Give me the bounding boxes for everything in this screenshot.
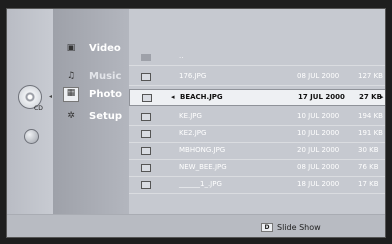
file-date: 18 JUL 2000: [297, 180, 340, 188]
footer-bar: D Slide Show: [7, 214, 385, 237]
file-date: 08 JUL 2000: [297, 163, 340, 171]
list-item[interactable]: KE.JPG 10 JUL 2000 194 KB: [129, 109, 385, 126]
setup-icon: ✲: [67, 111, 75, 121]
file-name: KE.JPG: [179, 112, 202, 120]
file-date: 17 JUL 2000: [298, 93, 345, 101]
menu-item-label: Photo: [89, 89, 122, 100]
list-item-selected[interactable]: ◂ BEACH.JPG 17 JUL 2000 27 KB ▸: [129, 89, 385, 106]
file-name: KE2.JPG: [179, 129, 207, 137]
photo-icon: ▦: [63, 87, 79, 102]
menu-item-video[interactable]: ▣ Video: [53, 39, 129, 59]
menu-item-photo[interactable]: ▦ Photo: [53, 85, 129, 105]
image-file-icon: [141, 147, 151, 155]
file-list-panel: .. 176.JPG 08 JUL 2000 127 KB ◂ BEACH.JP…: [129, 9, 385, 214]
dvd-menu-screen: ◂ CD ▣ Video ♫ Music ▦ Photo ✲ Setup .. …: [6, 8, 386, 238]
list-item-parent-folder[interactable]: ..: [129, 49, 385, 66]
file-name: NEW_BEE.JPG: [179, 163, 227, 171]
image-file-icon: [141, 164, 151, 172]
file-name: ..: [179, 52, 184, 60]
file-size: 194 KB: [358, 112, 383, 120]
list-item[interactable]: KE2.JPG 10 JUL 2000 191 KB: [129, 126, 385, 143]
file-date: 10 JUL 2000: [297, 112, 340, 120]
category-menu: ▣ Video ♫ Music ▦ Photo ✲ Setup: [53, 9, 130, 214]
image-file-icon: [141, 113, 151, 121]
file-date: 20 JUL 2000: [297, 146, 340, 154]
file-size: 30 KB: [358, 146, 379, 154]
file-size: 127 KB: [358, 72, 383, 80]
file-size: 76 KB: [358, 163, 379, 171]
menu-item-music[interactable]: ♫ Music: [53, 67, 129, 87]
slideshow-label[interactable]: Slide Show: [277, 223, 321, 232]
file-size: 17 KB: [358, 180, 379, 188]
file-date: 10 JUL 2000: [297, 129, 340, 137]
menu-item-label: Music: [89, 71, 122, 82]
file-size: 27 KB: [359, 93, 382, 101]
file-date: 08 JUL 2000: [297, 72, 340, 80]
menu-item-label: Video: [89, 43, 121, 54]
file-name: 176.JPG: [179, 72, 207, 80]
video-icon: ▣: [66, 43, 76, 53]
image-file-icon: [141, 181, 151, 189]
list-item[interactable]: ______1_.JPG 18 JUL 2000 17 KB: [129, 177, 385, 194]
selection-left-arrow-icon: ◂: [171, 93, 175, 101]
disc-arrow-icon: ◂: [49, 93, 53, 100]
file-size: 191 KB: [358, 129, 383, 137]
image-file-icon: [141, 73, 151, 81]
selection-right-arrow-icon: ▸: [380, 93, 384, 101]
device-column: ◂ CD: [7, 9, 53, 214]
list-item[interactable]: MBHONG.JPG 20 JUL 2000 30 KB: [129, 143, 385, 160]
file-name: ______1_.JPG: [179, 180, 222, 188]
menu-item-label: Setup: [89, 111, 123, 122]
menu-item-setup[interactable]: ✲ Setup: [53, 107, 129, 127]
music-icon: ♫: [66, 71, 76, 81]
folder-icon: [141, 54, 151, 61]
image-file-icon: [141, 130, 151, 138]
disc-label: CD: [34, 105, 43, 112]
network-globe-icon[interactable]: [24, 129, 39, 144]
remote-d-key-icon: D: [261, 223, 273, 232]
file-name: BEACH.JPG: [180, 93, 223, 101]
file-name: MBHONG.JPG: [179, 146, 226, 154]
list-item[interactable]: 176.JPG 08 JUL 2000 127 KB: [129, 69, 385, 86]
list-item[interactable]: NEW_BEE.JPG 08 JUL 2000 76 KB: [129, 160, 385, 177]
image-file-icon: [142, 94, 152, 102]
